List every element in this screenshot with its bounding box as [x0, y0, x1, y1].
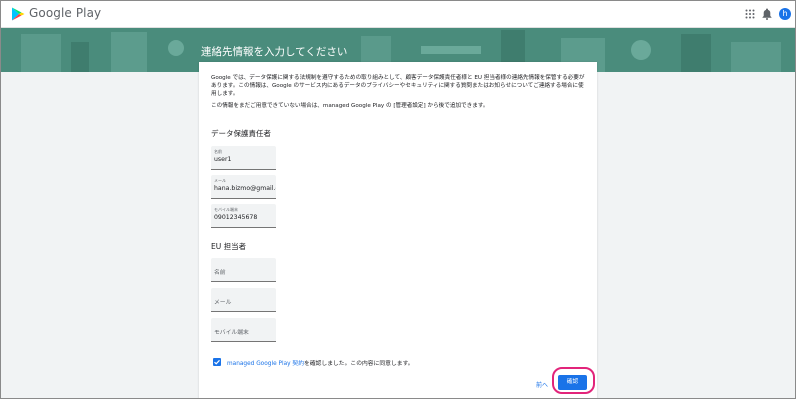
consent-text: managed Google Play 契約を確認しました。この内容に同意します…: [227, 358, 414, 367]
eu-name-field[interactable]: 名前: [211, 258, 276, 282]
page-frame: Google Play h 連絡先情報を入力してください Google では、デ…: [0, 0, 796, 399]
contact-form-card: Google では、データ保護に関する法規制を遵守するための取り組みとして、顧客…: [199, 62, 597, 398]
dpo-email-field[interactable]: メール hana.bizmo@gmail.cc: [211, 175, 276, 199]
dpo-email-value: hana.bizmo@gmail.cc: [214, 185, 276, 192]
eu-phone-field[interactable]: モバイル端末: [211, 318, 276, 342]
eu-name-placeholder: 名前: [214, 270, 226, 276]
intro-paragraph-1: Google では、データ保護に関する法規制を遵守するための取り組みとして、顧客…: [211, 75, 585, 98]
eu-email-field[interactable]: メール: [211, 288, 276, 312]
dpo-section-title: データ保護責任者: [211, 129, 271, 138]
consent-row: managed Google Play 契約を確認しました。この内容に同意します…: [211, 356, 551, 368]
consent-statement: を確認しました。この内容に同意します。: [304, 361, 414, 367]
dpo-name-value: user1: [214, 156, 232, 163]
dpo-phone-value: 09012345678: [214, 214, 258, 221]
consent-checkbox[interactable]: [213, 358, 221, 366]
eu-section-title: EU 担当者: [211, 242, 247, 251]
apps-grid-icon[interactable]: [745, 9, 755, 19]
eu-email-placeholder: メール: [214, 300, 232, 306]
dpo-phone-field[interactable]: モバイル端末 09012345678: [211, 204, 276, 228]
dpo-name-label: 名前: [214, 149, 222, 154]
account-avatar[interactable]: h: [779, 8, 791, 20]
confirm-highlight-annotation: [552, 367, 595, 394]
top-bar: Google Play h: [1, 1, 795, 28]
dpo-name-field[interactable]: 名前 user1: [211, 146, 276, 170]
dpo-email-label: メール: [214, 178, 226, 183]
intro-paragraph-2: この情報をまだご用意できていない場合は、managed Google Play …: [211, 102, 489, 109]
page-title: 連絡先情報を入力してください: [201, 46, 348, 58]
intro-text: Google では、データ保護に関する法規制を遵守するための取り組みとして、顧客…: [211, 74, 589, 113]
agreement-link[interactable]: managed Google Play 契約: [227, 361, 304, 367]
dpo-phone-label: モバイル端末: [214, 207, 238, 212]
notifications-icon[interactable]: [762, 8, 772, 20]
back-button[interactable]: 前へ: [536, 380, 548, 389]
checkmark-icon: [214, 359, 220, 365]
brand-name: Google Play: [29, 6, 102, 20]
google-play-logo-icon: [12, 7, 25, 21]
eu-phone-placeholder: モバイル端末: [214, 330, 249, 336]
